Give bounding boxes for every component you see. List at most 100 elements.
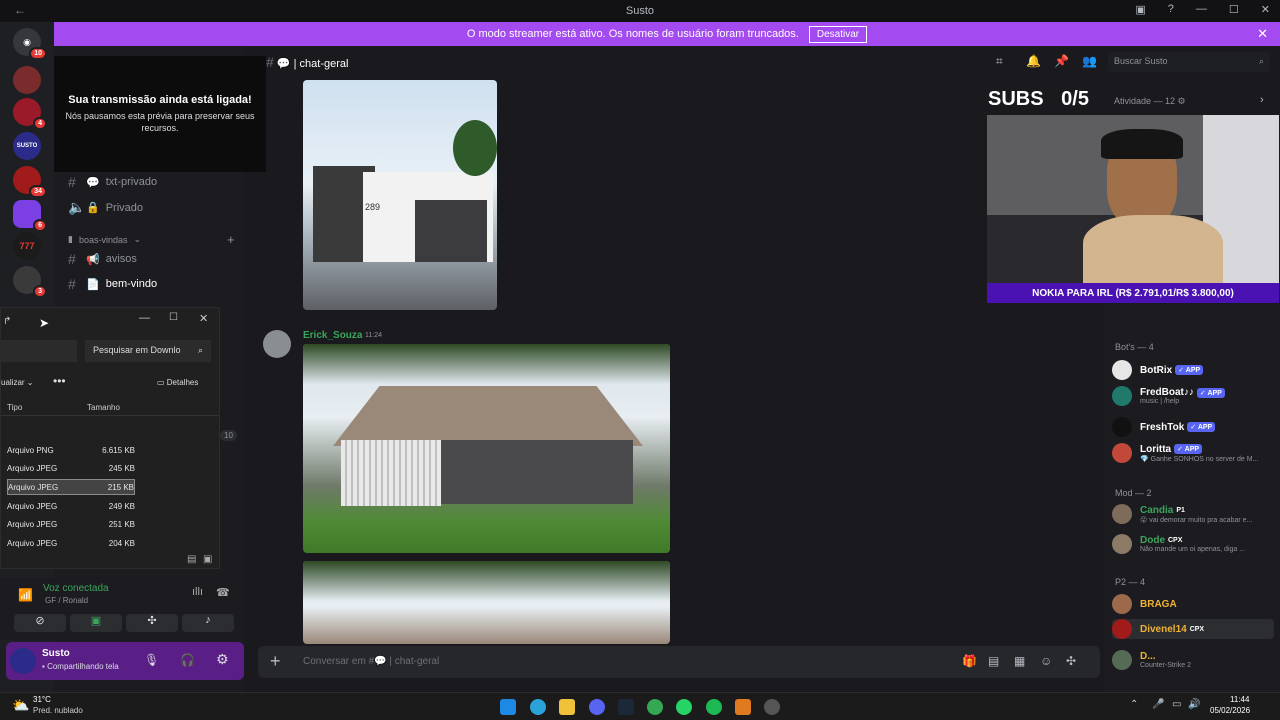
steam-icon[interactable] [618,699,634,715]
obs-icon[interactable] [764,699,780,715]
chrome-icon[interactable] [647,699,663,715]
apps-icon[interactable]: ✣ [1066,654,1076,668]
house-image-1[interactable]: 289 [303,80,497,310]
member-item[interactable]: FreshTok ✓ APP [1112,417,1216,437]
house-image-2[interactable] [303,344,670,553]
close-button[interactable]: ✕ [199,312,208,325]
bell-icon[interactable]: 🔔 [1026,54,1041,68]
server-icon-777[interactable]: 777 [13,232,41,260]
details-button[interactable]: ▭ Detalhes [157,378,198,387]
voice-status: Voz conectada [43,583,109,594]
gift-icon[interactable]: 🎁 [962,654,977,668]
column-size[interactable]: Tamanho [87,403,120,412]
column-type[interactable]: Tipo [7,403,22,412]
network-icon[interactable]: ▭ [1172,699,1181,710]
close-icon[interactable]: ✕ [1257,26,1268,42]
member-item[interactable]: BRAGA [1112,594,1177,614]
threads-icon[interactable]: ⌗ [996,54,1003,69]
pin-icon[interactable]: 📌 [1054,54,1069,68]
member-item[interactable]: Loritta ✓ APP 💎 Ganhe SONHOS no server de … [1112,443,1258,463]
house-image-3[interactable] [303,561,670,644]
app-icon[interactable] [735,699,751,715]
maximize-button[interactable]: ☐ [1229,3,1239,16]
whatsapp-icon[interactable] [676,699,692,715]
server-icon[interactable] [13,66,41,94]
message-author[interactable]: Erick_Souza [303,330,362,341]
close-button[interactable]: ✕ [1261,3,1270,16]
channel-txt-privado[interactable]: # 💬 txt-privado [68,174,157,190]
minimize-button[interactable]: — [1196,3,1207,16]
twitch-server-icon[interactable]: 6 [13,200,47,232]
add-attachment-icon[interactable]: + [270,651,281,672]
search-placeholder: Pesquisar em Downlo [93,345,181,355]
disconnect-icon[interactable]: ☎ [216,586,230,599]
list-view-icon[interactable]: ▤ [187,554,196,565]
sticker-icon[interactable]: ▦ [1014,654,1025,668]
channel-privado[interactable]: 🔈 🔒 Privado [68,199,143,216]
message-composer[interactable]: + Conversar em #💬 | chat-geral 🎁 ▤ ▦ ☺ ✣ [258,646,1100,678]
file-row[interactable]: Arquivo JPEG 249 KB [7,498,135,514]
emoji-icon[interactable]: ☺ [1040,654,1052,668]
windows-start-icon[interactable] [500,699,516,715]
clock-date[interactable]: 05/02/2026 [1210,706,1250,715]
more-options-icon[interactable]: ••• [53,374,66,388]
gear-icon[interactable]: ⚙ [216,651,229,668]
channel-bem-vindo[interactable]: # 📄 bem-vindo [68,276,157,292]
role-badge: CPX [1189,625,1205,633]
help-icon[interactable]: ? [1168,3,1174,16]
weather-icon[interactable]: ⛅ [12,697,29,714]
server-icon[interactable]: 34 [13,166,47,198]
minimize-button[interactable]: — [139,312,150,324]
server-icon[interactable]: 4 [13,98,47,130]
member-item[interactable]: D... Counter-Strike 2 [1112,650,1191,670]
search-input[interactable]: Pesquisar em Downlo ⌕ [85,340,211,362]
file-explorer-icon[interactable] [559,699,575,715]
back-arrow-icon[interactable]: ← [14,3,26,17]
category-boas-vindas[interactable]: ▮ boas-vindas ⌄ + [68,232,235,247]
inbox-icon[interactable]: ▣ [1135,3,1145,16]
view-menu[interactable]: ualizar ⌄ [1,378,34,387]
search-input[interactable]: Buscar Susto ⌕ [1108,52,1270,72]
member-item[interactable]: Dode CPX Não mande um oi apenas, diga ... [1112,534,1245,554]
edge-icon[interactable] [530,699,546,715]
file-row[interactable]: Arquivo PNG 6.615 KB [7,442,135,458]
grid-view-icon[interactable]: ▣ [203,554,212,565]
mic-tray-icon[interactable]: 🎤 [1152,699,1164,710]
discord-icon[interactable] [589,699,605,715]
username[interactable]: Susto [42,648,70,659]
avatar[interactable] [263,330,291,358]
volume-icon[interactable]: 🔊 [1188,699,1200,710]
spotify-icon[interactable] [706,699,722,715]
headphones-icon[interactable]: 🎧 [180,653,195,667]
avatar[interactable] [10,648,36,674]
home-discord-icon[interactable]: ◉ 10 [13,28,47,60]
noise-icon[interactable]: ıllı [192,586,203,598]
file-row-selected[interactable]: Arquivo JPEG 215 KB [7,479,135,495]
member-name: D... [1140,651,1156,662]
activity-header[interactable]: Atividade — 12 ⚙ [1114,96,1186,107]
member-item[interactable]: BotRix ✓ APP [1112,360,1204,380]
server-icon[interactable]: 3 [13,266,47,298]
signal-icon[interactable]: 📶 [18,588,33,602]
clock-time[interactable]: 11:44 [1230,695,1249,704]
microphone-icon[interactable]: 🎙 [144,653,159,667]
screen-share-button[interactable]: ▣ [70,614,122,632]
channel-avisos[interactable]: # 📢 avisos [68,251,137,267]
member-item[interactable]: Divenel14 CPX [1112,619,1274,639]
soundboard-button[interactable]: ♪ [182,614,234,632]
gif-icon[interactable]: ▤ [988,654,999,668]
address-bar[interactable] [1,340,77,362]
chevron-up-icon[interactable]: ⌃ [1130,699,1138,710]
maximize-button[interactable]: ☐ [169,312,178,323]
disable-streamer-button[interactable]: Desativar [808,25,868,43]
member-item[interactable]: FredBoat♪♪ ✓ APP music | /help [1112,386,1225,406]
activities-button[interactable]: ✣ [126,614,178,632]
members-icon[interactable]: 👥 [1082,54,1097,68]
file-row[interactable]: Arquivo JPEG 245 KB [7,460,135,476]
file-row[interactable]: Arquivo JPEG 251 KB [7,516,135,532]
file-row[interactable]: Arquivo JPEG 204 KB [7,535,135,551]
member-item[interactable]: Candia P1 😮 vai demorar muito pra acabar e… [1112,504,1252,524]
server-icon-susto[interactable]: SUSTO [13,132,41,160]
chevron-right-icon[interactable]: › [1260,94,1264,106]
camera-off-button[interactable]: ⊘ [14,614,66,632]
